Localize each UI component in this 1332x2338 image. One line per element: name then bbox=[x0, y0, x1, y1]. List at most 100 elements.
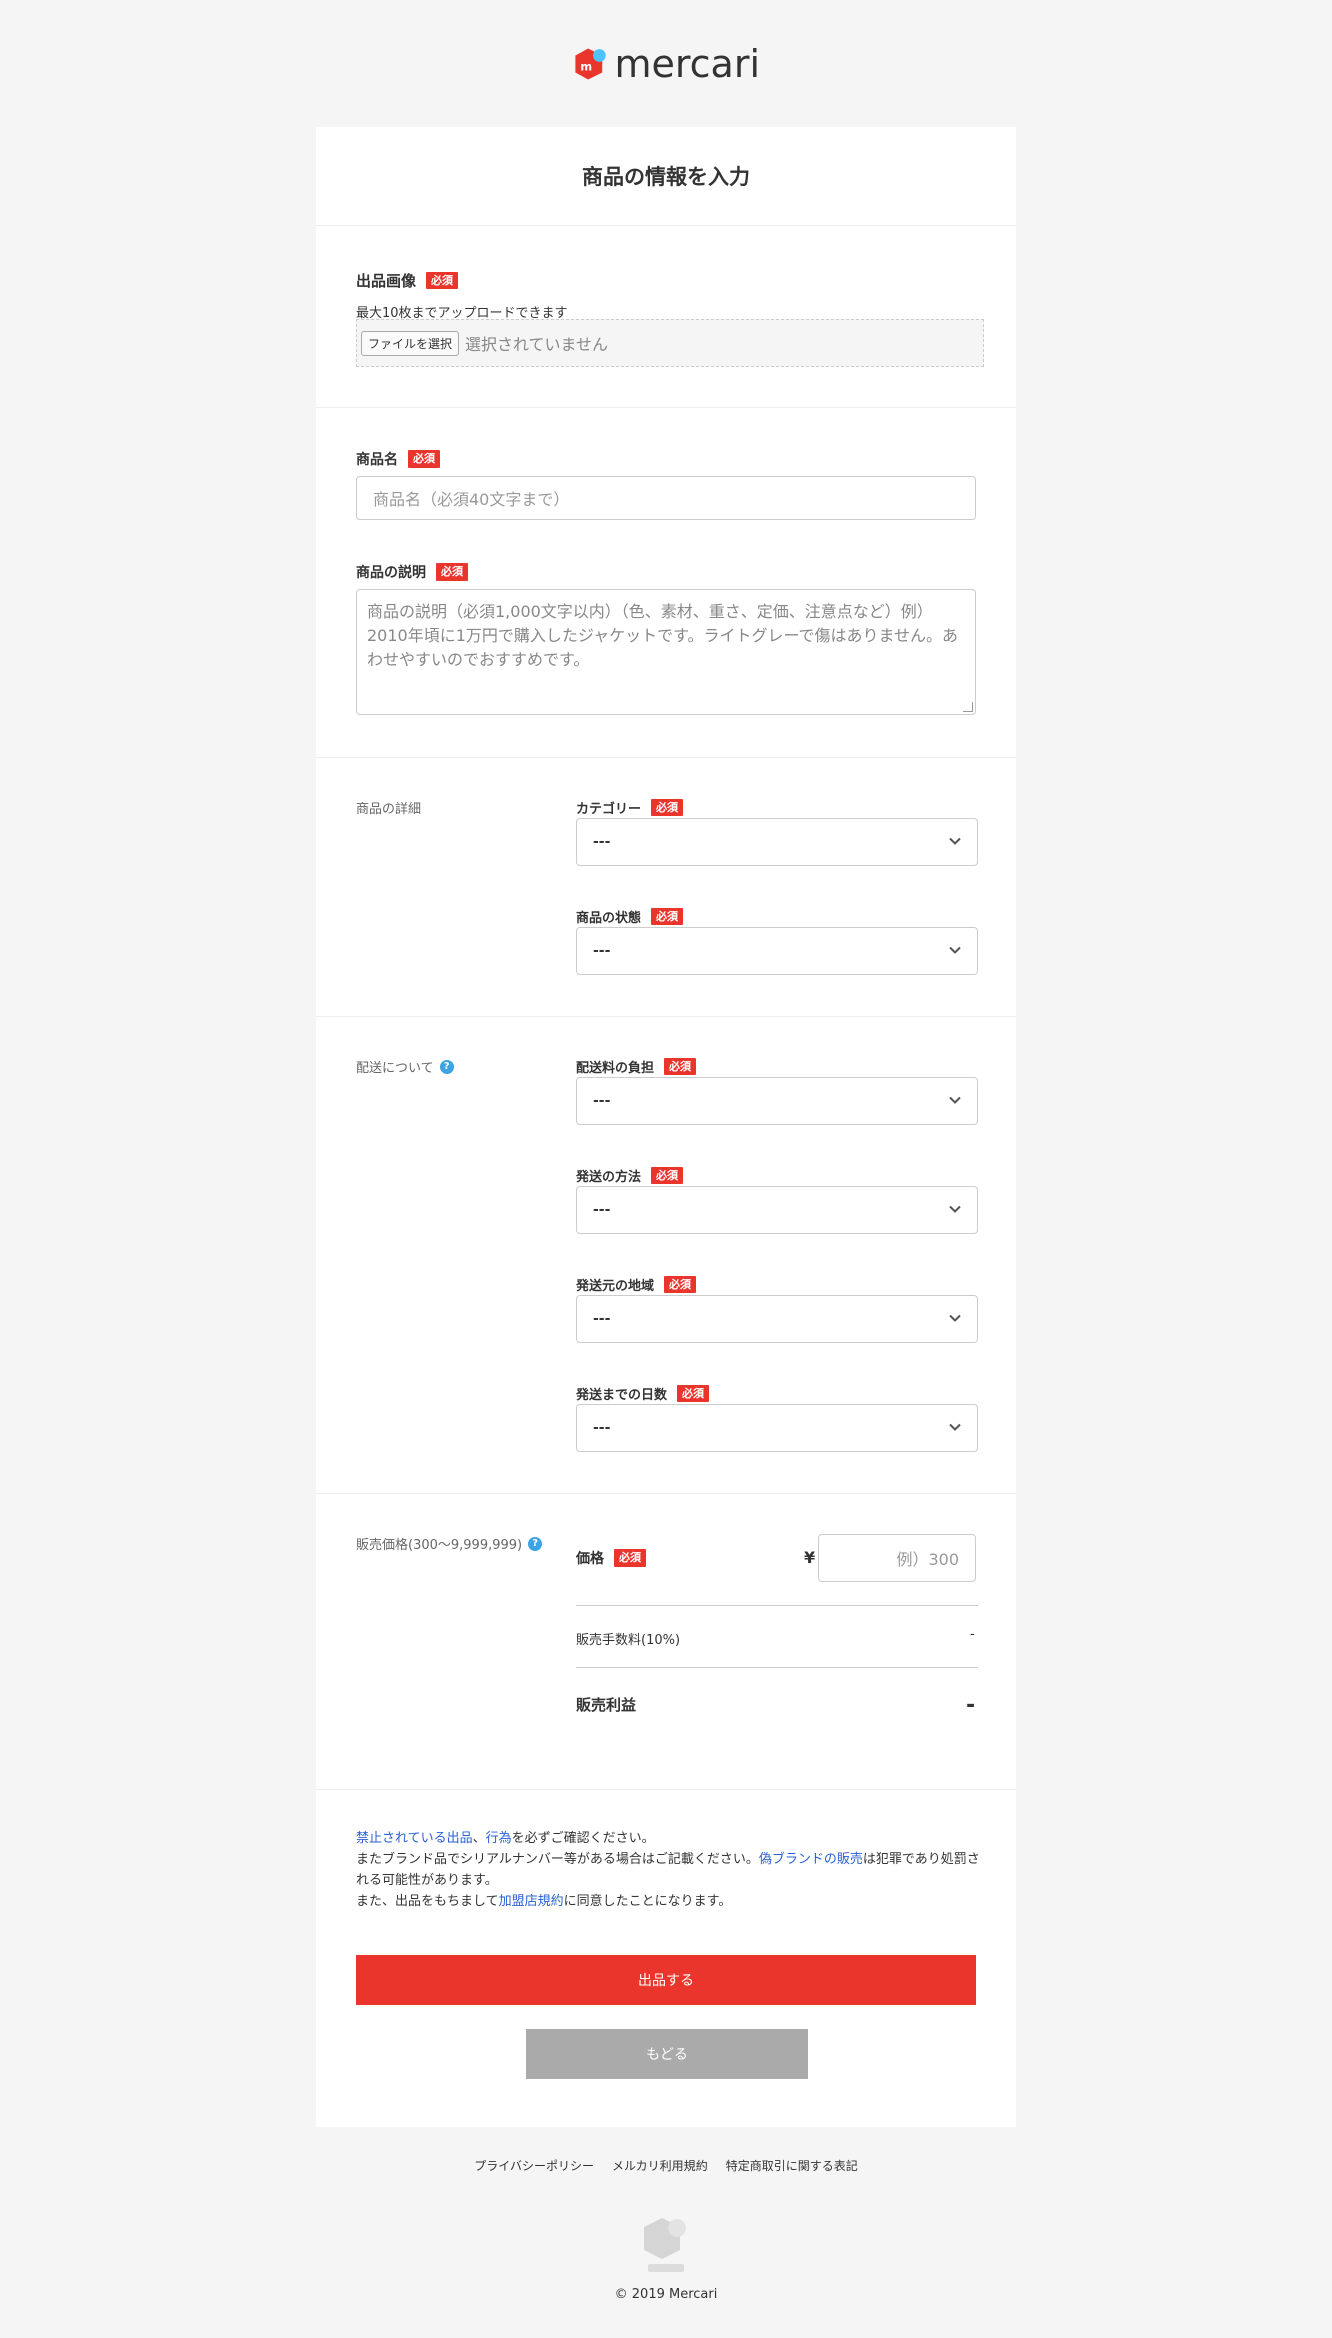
profit-value: - bbox=[966, 1693, 976, 1718]
price-divider bbox=[576, 1605, 978, 1606]
required-badge: 必須 bbox=[664, 1057, 697, 1076]
question-circle-icon[interactable]: ? bbox=[528, 1536, 543, 1551]
price-section-label: 販売価格(300〜9,999,999) bbox=[356, 1538, 523, 1553]
back-button[interactable]: もどる bbox=[526, 2029, 808, 2079]
mercari-logo-icon: m bbox=[575, 48, 606, 80]
listing-form-card: 商品の情報を入力 出品画像 必須 最大10枚までアップロードできます ファイルを… bbox=[316, 127, 1016, 2127]
notice-text: に同意したことになります。 bbox=[563, 1894, 732, 1909]
section-divider bbox=[316, 407, 1016, 408]
required-badge: 必須 bbox=[426, 271, 459, 290]
notice-line: またブランド品でシリアルナンバー等がある場合はご記載ください。偽ブランドの販売は… bbox=[356, 1849, 984, 1891]
file-status-text: 選択されていません bbox=[465, 335, 609, 354]
file-select-button[interactable]: ファイルを選択 bbox=[361, 330, 460, 356]
prohibited-acts-link[interactable]: 行為 bbox=[486, 1831, 512, 1846]
price-divider bbox=[576, 1667, 978, 1668]
shipping-method-select[interactable]: --- bbox=[576, 1186, 978, 1234]
category-label: カテゴリー bbox=[576, 802, 642, 817]
image-section-label: 出品画像 bbox=[356, 272, 417, 290]
chevron-down-icon bbox=[949, 1096, 961, 1104]
notice-text: を必ずご確認ください。 bbox=[511, 1831, 655, 1846]
shipping-origin-select[interactable]: --- bbox=[576, 1295, 978, 1343]
required-badge: 必須 bbox=[664, 1275, 697, 1294]
shipping-section-label: 配送について bbox=[356, 1061, 434, 1076]
notice-text: また、出品をもちまして bbox=[356, 1894, 499, 1909]
price-label: 価格 bbox=[576, 1551, 604, 1567]
fee-label: 販売手数料(10%) bbox=[576, 1633, 681, 1648]
item-name-placeholder: 商品名（必須40文字まで） bbox=[373, 490, 570, 509]
chevron-down-icon bbox=[949, 1314, 961, 1322]
counterfeit-brand-link[interactable]: 偽ブランドの販売 bbox=[759, 1852, 863, 1867]
shipping-days-value: --- bbox=[593, 1420, 611, 1436]
currency-symbol: ¥ bbox=[804, 1548, 816, 1567]
item-name-input[interactable]: 商品名（必須40文字まで） bbox=[356, 476, 976, 520]
price-heading: 価格 必須 bbox=[576, 1548, 646, 1568]
shipping-origin-value: --- bbox=[593, 1311, 611, 1327]
chevron-down-icon bbox=[949, 837, 961, 845]
image-upload-dropzone[interactable]: ファイルを選択 選択されていません bbox=[356, 319, 984, 367]
condition-heading: 商品の状態 必須 bbox=[576, 907, 684, 926]
shipping-method-value: --- bbox=[593, 1202, 611, 1218]
chevron-down-icon bbox=[949, 1205, 961, 1213]
notice-text: またブランド品でシリアルナンバー等がある場合はご記載ください。 bbox=[356, 1852, 759, 1867]
condition-select[interactable]: --- bbox=[576, 927, 978, 975]
mercari-footer-logo-icon bbox=[644, 2218, 686, 2272]
price-section-heading: 販売価格(300〜9,999,999) ? bbox=[356, 1534, 543, 1553]
submit-listing-button[interactable]: 出品する bbox=[356, 1955, 976, 2005]
item-description-textarea[interactable]: 商品の説明（必須1,000文字以内）（色、素材、重さ、定価、注意点など）例）20… bbox=[356, 589, 976, 715]
footer-links: プライバシーポリシー メルカリ利用規約 特定商取引に関する表記 bbox=[0, 2157, 1332, 2174]
shipping-fee-select[interactable]: --- bbox=[576, 1077, 978, 1125]
shipping-fee-heading: 配送料の負担 必須 bbox=[576, 1057, 697, 1076]
footer-link-terms[interactable]: メルカリ利用規約 bbox=[612, 2157, 708, 2174]
shipping-method-heading: 発送の方法 必須 bbox=[576, 1166, 684, 1185]
notice-separator: 、 bbox=[472, 1831, 486, 1846]
image-section-heading: 出品画像 必須 bbox=[356, 270, 459, 291]
category-select[interactable]: --- bbox=[576, 818, 978, 866]
mercari-wordmark: mercari bbox=[614, 42, 760, 86]
footer-link-commerce-law[interactable]: 特定商取引に関する表記 bbox=[726, 2157, 858, 2174]
details-section-label: 商品の詳細 bbox=[356, 802, 422, 817]
page-title: 商品の情報を入力 bbox=[316, 127, 1016, 226]
shipping-section-heading: 配送について ? bbox=[356, 1057, 454, 1076]
category-heading: カテゴリー 必須 bbox=[576, 798, 684, 817]
required-badge: 必須 bbox=[651, 1166, 684, 1185]
listing-notice: 禁止されている出品、行為を必ずご確認ください。 またブランド品でシリアルナンバー… bbox=[356, 1828, 984, 1912]
shipping-method-label: 発送の方法 bbox=[576, 1170, 642, 1185]
shipping-days-select[interactable]: --- bbox=[576, 1404, 978, 1452]
chevron-down-icon bbox=[949, 946, 961, 954]
shipping-origin-label: 発送元の地域 bbox=[576, 1279, 655, 1294]
section-divider bbox=[316, 757, 1016, 758]
prohibited-items-link[interactable]: 禁止されている出品 bbox=[356, 1831, 473, 1846]
item-description-placeholder: 商品の説明（必須1,000文字以内）（色、素材、重さ、定価、注意点など）例）20… bbox=[367, 602, 959, 669]
resize-handle-icon[interactable] bbox=[963, 702, 973, 712]
required-badge: 必須 bbox=[651, 907, 684, 926]
merchant-terms-link[interactable]: 加盟店規約 bbox=[499, 1894, 564, 1909]
svg-text:m: m bbox=[580, 60, 592, 73]
section-divider bbox=[316, 1493, 1016, 1494]
required-badge: 必須 bbox=[651, 798, 684, 817]
section-divider bbox=[316, 1789, 1016, 1790]
item-description-label: 商品の説明 bbox=[356, 565, 426, 581]
shipping-days-label: 発送までの日数 bbox=[576, 1388, 668, 1403]
profit-label: 販売利益 bbox=[576, 1696, 637, 1714]
price-input[interactable]: 例）300 bbox=[818, 1534, 976, 1582]
required-badge: 必須 bbox=[677, 1384, 710, 1403]
required-badge: 必須 bbox=[614, 1549, 646, 1567]
condition-value: --- bbox=[593, 943, 611, 959]
chevron-down-icon bbox=[949, 1423, 961, 1431]
shipping-fee-label: 配送料の負担 bbox=[576, 1061, 655, 1076]
copyright-text: © 2019 Mercari bbox=[614, 2287, 718, 2302]
mercari-logo[interactable]: m mercari bbox=[574, 40, 760, 88]
item-name-heading: 商品名 必須 bbox=[356, 449, 440, 469]
shipping-origin-heading: 発送元の地域 必須 bbox=[576, 1275, 697, 1294]
required-badge: 必須 bbox=[436, 563, 468, 581]
shipping-days-heading: 発送までの日数 必須 bbox=[576, 1384, 710, 1403]
section-divider bbox=[316, 1016, 1016, 1017]
fee-value: - bbox=[970, 1627, 975, 1642]
question-circle-icon[interactable]: ? bbox=[439, 1059, 454, 1074]
required-badge: 必須 bbox=[408, 450, 440, 468]
price-placeholder: 例）300 bbox=[896, 1550, 959, 1569]
item-description-heading: 商品の説明 必須 bbox=[356, 562, 468, 582]
notice-line: 禁止されている出品、行為を必ずご確認ください。 bbox=[356, 1828, 984, 1849]
footer-link-privacy[interactable]: プライバシーポリシー bbox=[474, 2157, 594, 2174]
notice-line: また、出品をもちまして加盟店規約に同意したことになります。 bbox=[356, 1891, 984, 1912]
